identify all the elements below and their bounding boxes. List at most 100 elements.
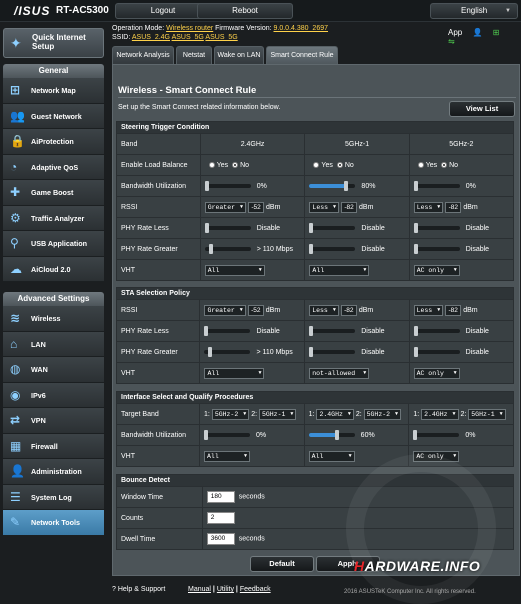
sidebar-item-aiprotection[interactable]: 🔒 AiProtection bbox=[3, 129, 104, 155]
sidebar-item-usb-application[interactable]: ⚲ USB Application bbox=[3, 231, 104, 257]
iface-vht-select-5-1[interactable]: All bbox=[308, 450, 355, 462]
target-band-5-2-second[interactable]: 5GHz-1 bbox=[468, 408, 506, 420]
network-status-icon[interactable]: ⊞ bbox=[493, 28, 500, 37]
sta-vht-select-24[interactable]: All bbox=[204, 367, 265, 379]
reboot-button[interactable]: Reboot bbox=[197, 3, 293, 19]
bw-util-value-5-2: 0% bbox=[465, 182, 476, 190]
sta-vht-select-5-1[interactable]: not-allowed bbox=[309, 367, 370, 379]
phy-less-slider-5-1[interactable] bbox=[309, 222, 356, 233]
op-mode-link[interactable]: Wireless router bbox=[166, 25, 213, 32]
router-model: RT-AC5300 bbox=[56, 5, 109, 16]
dwell-time-input[interactable]: 3600 bbox=[206, 533, 235, 545]
sidebar-item-network-tools[interactable]: ✎ Network Tools bbox=[3, 510, 104, 536]
user-icon[interactable]: 👤 bbox=[472, 28, 482, 37]
tab-network-analysis[interactable]: Network Analysis bbox=[112, 46, 174, 64]
sta-rssi-value-24[interactable]: -52 bbox=[247, 304, 264, 316]
phy-less-label: PHY Rate Less bbox=[116, 217, 201, 239]
vht-select-5-2[interactable]: AC only bbox=[413, 264, 460, 276]
language-select[interactable]: English bbox=[430, 3, 518, 19]
usb-status-icon[interactable]: ⇋ bbox=[448, 37, 455, 46]
ssid-link-2[interactable]: ASUS_5G bbox=[172, 34, 204, 41]
target-band-24-second[interactable]: 5GHz-1 bbox=[258, 408, 297, 420]
load-balance-5-2-yes[interactable] bbox=[417, 161, 424, 168]
sidebar-item-wireless[interactable]: ≋ Wireless bbox=[3, 306, 104, 332]
window-time-input[interactable]: 180 bbox=[206, 491, 235, 503]
ipv6-icon: ◉ bbox=[10, 387, 21, 402]
watermark-circle bbox=[346, 454, 496, 604]
load-balance-5-1-yes[interactable] bbox=[313, 161, 320, 168]
target-band-5-1-second[interactable]: 5GHz-2 bbox=[363, 408, 402, 420]
tab-wake-on-lan[interactable]: Wake on LAN bbox=[214, 46, 264, 64]
phy-greater-slider-5-1[interactable] bbox=[309, 243, 356, 254]
target-band-24-first[interactable]: 5GHz-2 bbox=[211, 408, 250, 420]
sidebar-item-adaptive-qos[interactable]: ◔ Adaptive QoS bbox=[3, 154, 104, 180]
tab-netstat[interactable]: Netstat bbox=[176, 46, 212, 64]
sta-rssi-value-5-2[interactable]: -82 bbox=[445, 304, 462, 316]
sidebar-item-aicloud[interactable]: ☁ AiCloud 2.0 bbox=[3, 256, 104, 282]
default-button[interactable]: Default bbox=[250, 556, 314, 572]
sidebar-item-vpn[interactable]: ⇄ VPN bbox=[3, 408, 104, 434]
sta-phy-greater-slider-5-1[interactable] bbox=[309, 346, 356, 357]
ssid-link-1[interactable]: ASUS_2.4G bbox=[132, 34, 170, 41]
rssi-value-5-2[interactable]: -82 bbox=[445, 201, 462, 213]
iface-bw-slider-5-1[interactable] bbox=[308, 429, 355, 440]
load-balance-5-1-no[interactable] bbox=[336, 161, 343, 168]
load-balance-24-yes[interactable] bbox=[208, 161, 215, 168]
phy-greater-slider-5-2[interactable] bbox=[413, 243, 460, 254]
iface-vht-select-24[interactable]: All bbox=[204, 450, 251, 462]
rssi-value-5-1[interactable]: -82 bbox=[341, 201, 358, 213]
sta-phy-greater-slider-24[interactable] bbox=[204, 346, 251, 357]
sidebar-item-wan[interactable]: ◍ WAN bbox=[3, 357, 104, 383]
sta-rssi-op-24[interactable]: Greater bbox=[204, 304, 246, 316]
ssid-link-3[interactable]: ASUS_5G bbox=[205, 34, 237, 41]
vht-select-24[interactable]: All bbox=[204, 264, 265, 276]
tab-smart-connect-rule[interactable]: Smart Connect Rule bbox=[266, 46, 338, 64]
quick-internet-setup-button[interactable]: ✦ Quick Internet Setup bbox=[3, 28, 104, 58]
bw-util-slider-5-2[interactable] bbox=[413, 180, 460, 191]
sidebar-item-lan[interactable]: ⌂ LAN bbox=[3, 331, 104, 357]
sta-phy-less-slider-5-2[interactable] bbox=[413, 325, 460, 336]
sta-phy-less-slider-5-1[interactable] bbox=[309, 325, 356, 336]
rssi-op-24[interactable]: Greater bbox=[204, 201, 247, 213]
cloud-icon: ☁ bbox=[10, 261, 22, 276]
utility-link[interactable]: Utility bbox=[217, 586, 234, 593]
counts-input[interactable]: 2 bbox=[206, 512, 235, 524]
load-balance-label: Enable Load Balance bbox=[116, 154, 201, 176]
iface-bw-slider-24[interactable] bbox=[204, 429, 251, 440]
sta-table: STA Selection Policy RSSI Greater-52dBm … bbox=[115, 287, 515, 384]
sidebar-item-administration[interactable]: 👤 Administration bbox=[3, 459, 104, 485]
phy-less-slider-5-2[interactable] bbox=[413, 222, 460, 233]
sta-phy-greater-slider-5-2[interactable] bbox=[413, 346, 460, 357]
sidebar-item-network-map[interactable]: ⊞ Network Map bbox=[3, 78, 104, 104]
sta-phy-less-slider-24[interactable] bbox=[204, 325, 251, 336]
phy-greater-slider-24[interactable] bbox=[204, 243, 251, 254]
sidebar-item-guest-network[interactable]: 👥 Guest Network bbox=[3, 103, 104, 129]
sta-rssi-op-5-2[interactable]: Less bbox=[413, 304, 444, 316]
app-label[interactable]: App bbox=[448, 28, 462, 37]
sta-rssi-value-5-1[interactable]: -82 bbox=[340, 304, 357, 316]
firmware-link[interactable]: 9.0.0.4.380_2697 bbox=[274, 25, 329, 32]
sidebar-item-system-log[interactable]: ☰ System Log bbox=[3, 484, 104, 510]
sidebar-item-ipv6[interactable]: ◉ IPv6 bbox=[3, 382, 104, 408]
iface-bw-slider-5-2[interactable] bbox=[413, 429, 460, 440]
sidebar-item-game-boost[interactable]: ✚ Game Boost bbox=[3, 180, 104, 206]
sta-vht-select-5-2[interactable]: AC only bbox=[413, 367, 460, 379]
rssi-op-5-1[interactable]: Less bbox=[309, 201, 340, 213]
sidebar-item-traffic-analyzer[interactable]: ⚙ Traffic Analyzer bbox=[3, 205, 104, 231]
bw-util-slider-24[interactable] bbox=[204, 180, 251, 191]
sta-rssi-op-5-1[interactable]: Less bbox=[309, 304, 339, 316]
manual-link[interactable]: Manual bbox=[188, 586, 211, 593]
view-list-button[interactable]: View List bbox=[449, 101, 515, 117]
sidebar-item-firewall[interactable]: ▦ Firewall bbox=[3, 433, 104, 459]
target-band-5-1-first[interactable]: 2.4GHz bbox=[316, 408, 354, 420]
phy-less-slider-24[interactable] bbox=[204, 222, 251, 233]
vht-select-5-1[interactable]: All bbox=[309, 264, 370, 276]
rssi-op-5-2[interactable]: Less bbox=[413, 201, 444, 213]
load-balance-24-no[interactable] bbox=[232, 161, 239, 168]
load-balance-5-2-no[interactable] bbox=[441, 161, 448, 168]
feedback-link[interactable]: Feedback bbox=[240, 586, 271, 593]
target-band-5-2-first[interactable]: 2.4GHz bbox=[421, 408, 459, 420]
rssi-value-24[interactable]: -52 bbox=[248, 201, 265, 213]
iface-vht-label: VHT bbox=[115, 445, 201, 467]
bw-util-slider-5-1[interactable] bbox=[309, 180, 356, 191]
